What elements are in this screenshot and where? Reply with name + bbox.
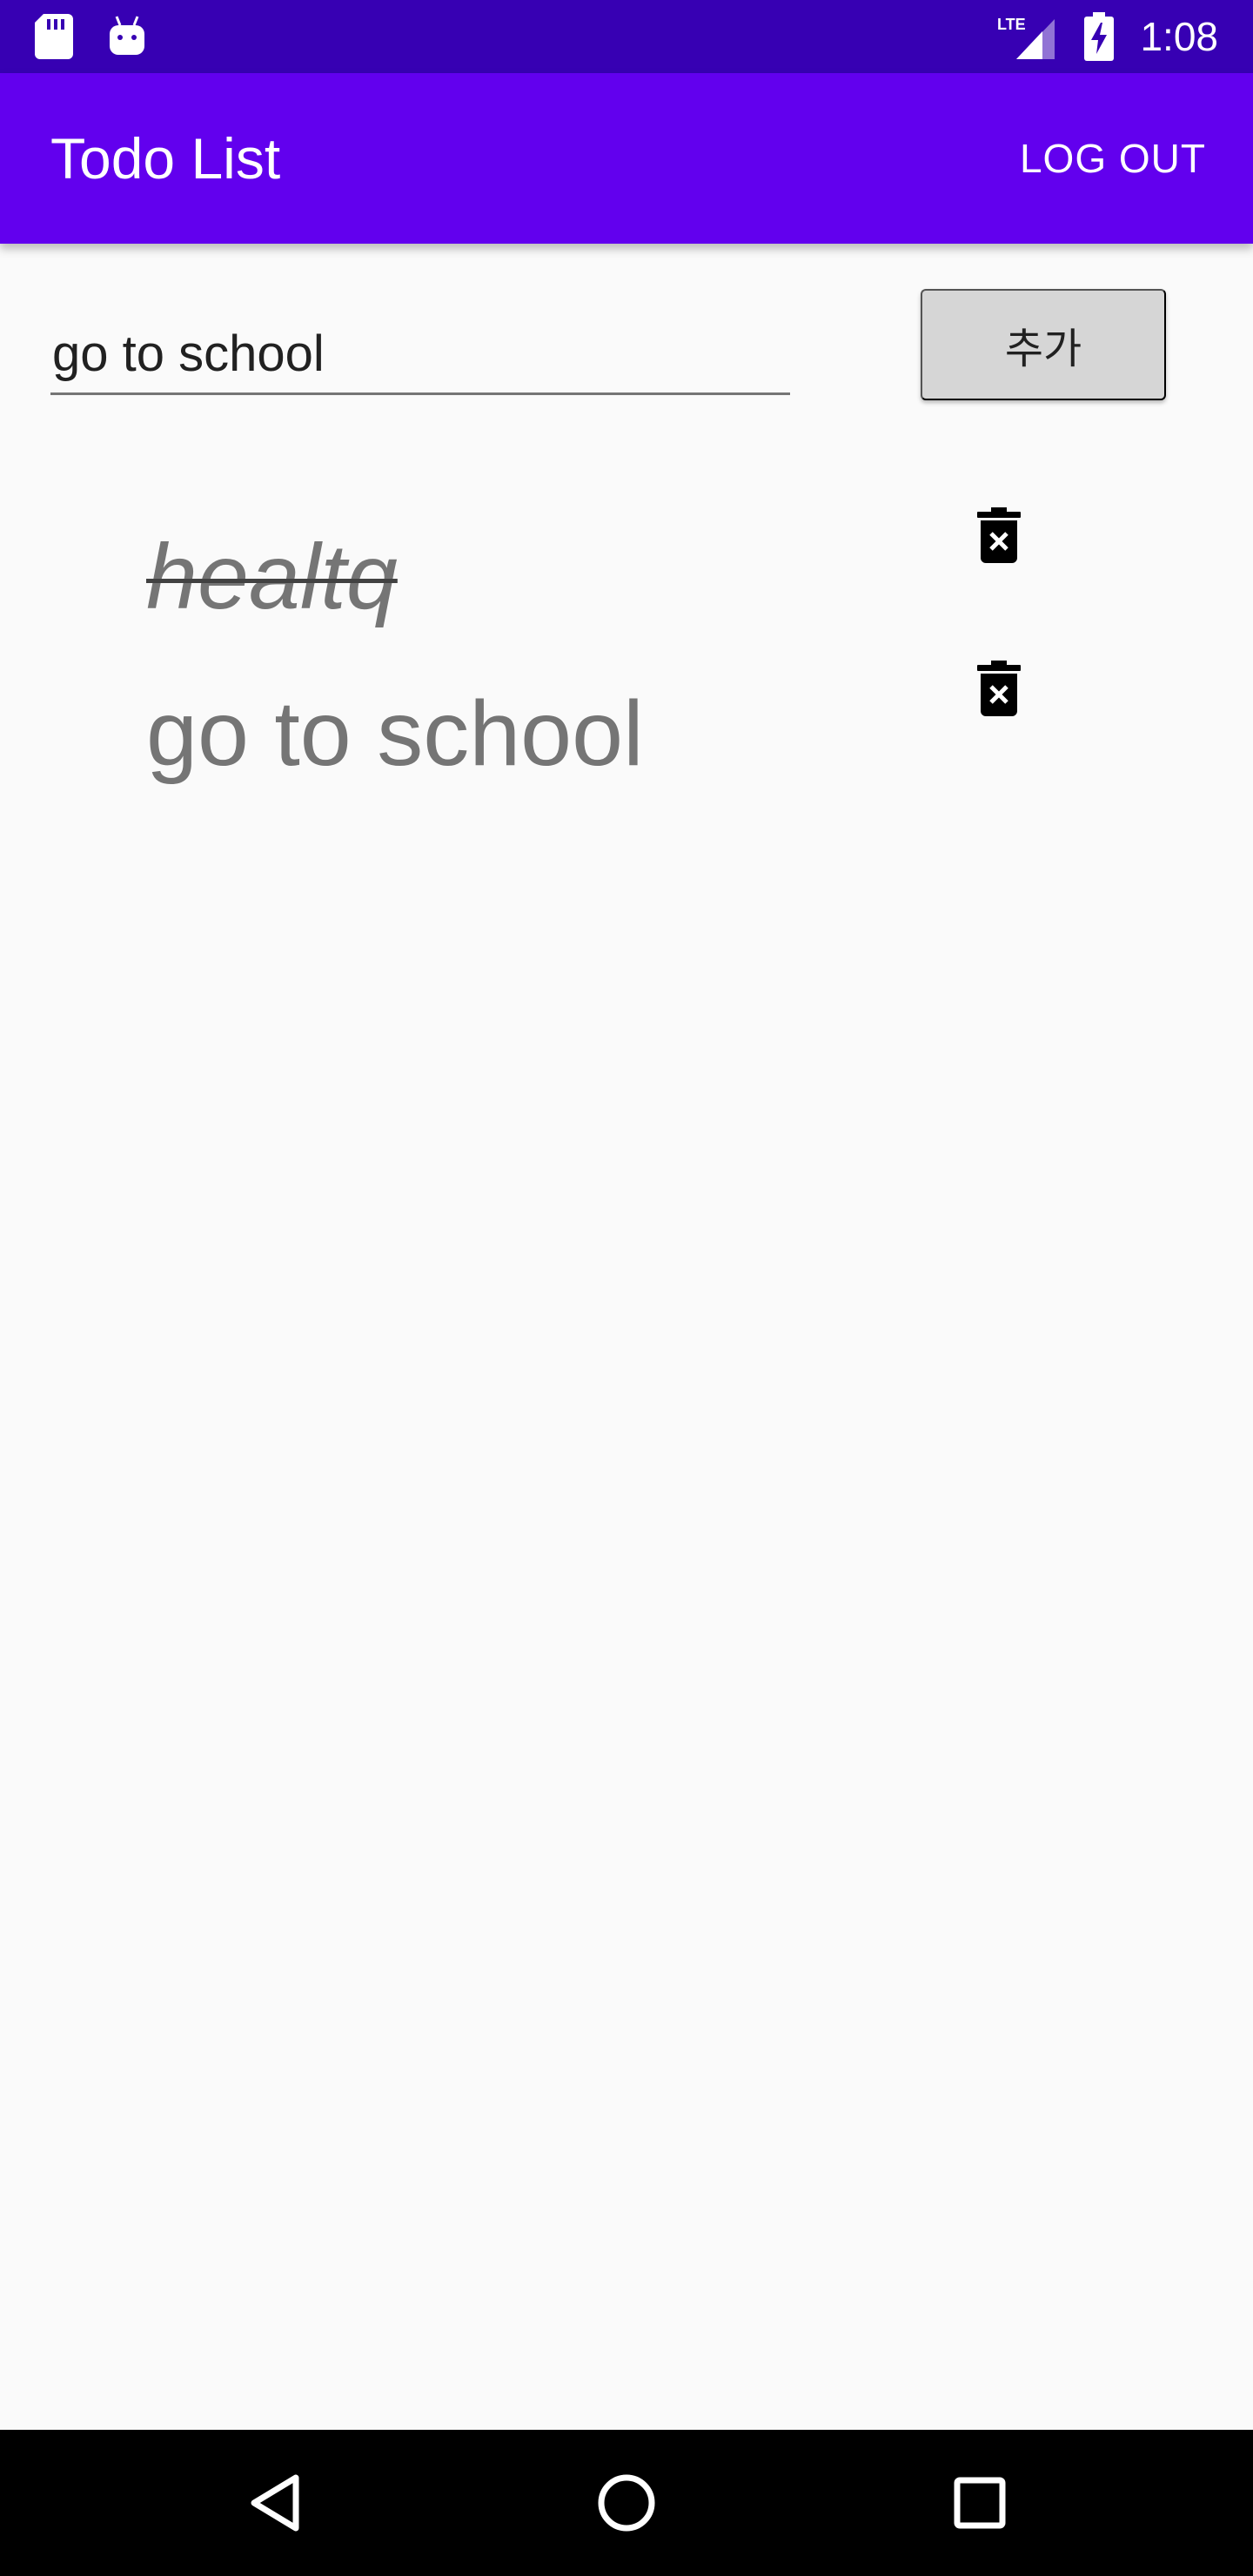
navigation-bar bbox=[0, 2430, 1253, 2576]
status-bar: LTE 1:08 bbox=[0, 0, 1253, 73]
add-button[interactable]: 추가 bbox=[921, 289, 1166, 400]
todo-text[interactable]: healtq bbox=[146, 531, 398, 623]
home-icon bbox=[598, 2474, 655, 2532]
delete-button[interactable] bbox=[975, 505, 1023, 567]
trash-icon bbox=[977, 660, 1021, 716]
status-right: LTE 1:08 bbox=[997, 12, 1218, 61]
status-left bbox=[35, 14, 146, 59]
todo-text[interactable]: go to school bbox=[146, 688, 644, 780]
back-button[interactable] bbox=[202, 2430, 348, 2576]
app-bar: Todo List LOG OUT bbox=[0, 73, 1253, 244]
battery-charging-icon bbox=[1084, 12, 1115, 61]
todo-item: go to school bbox=[0, 644, 1253, 801]
delete-button[interactable] bbox=[975, 658, 1023, 721]
sd-card-icon bbox=[35, 14, 73, 59]
logout-button[interactable]: LOG OUT bbox=[1011, 126, 1215, 191]
back-icon bbox=[251, 2474, 299, 2532]
recents-icon bbox=[954, 2477, 1006, 2529]
app-title: Todo List bbox=[50, 126, 281, 191]
trash-icon bbox=[977, 506, 1021, 563]
status-time: 1:08 bbox=[1140, 14, 1218, 59]
todo-item: healtq bbox=[0, 487, 1253, 644]
home-button[interactable] bbox=[553, 2430, 700, 2576]
signal-icon: LTE bbox=[997, 16, 1055, 59]
todo-input[interactable]: go to school bbox=[50, 296, 790, 395]
android-icon bbox=[110, 16, 144, 55]
recents-button[interactable] bbox=[907, 2430, 1053, 2576]
network-label: LTE bbox=[997, 16, 1026, 33]
